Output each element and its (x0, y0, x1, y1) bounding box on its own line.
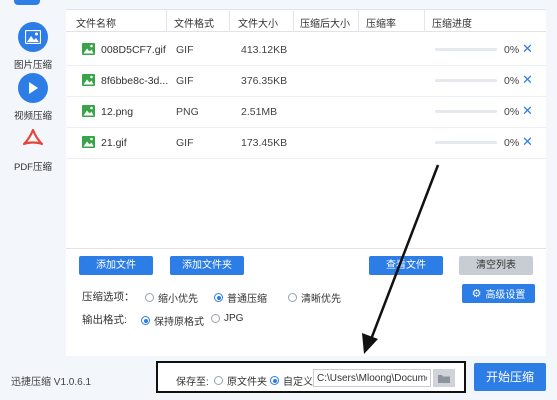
delete-row-icon[interactable]: ✕ (522, 72, 533, 88)
radio-custom-folder[interactable]: 自定义 (270, 373, 313, 388)
radio-jpg[interactable]: JPG (211, 313, 243, 324)
col-header-ratio: 压缩率 (366, 19, 396, 30)
radio-label: 原文件夹 (227, 377, 267, 388)
image-icon (18, 22, 48, 52)
app-version: 迅捷压缩 V1.0.6.1 (11, 377, 92, 388)
col-header-name: 文件名称 (76, 19, 116, 30)
compress-options-label: 压缩选项： (82, 291, 135, 303)
main-panel: 文件名称 文件格式 文件大小 压缩后大小 压缩率 压缩进度 008D5CF7.g… (66, 9, 546, 356)
radio-keep-format[interactable]: 保持原格式 (141, 313, 204, 328)
start-compress-button[interactable]: 开始压缩 (474, 363, 546, 391)
file-size: 2.51MB (241, 106, 278, 118)
radio-label: 保持原格式 (154, 317, 204, 328)
file-size: 173.45KB (241, 137, 288, 149)
image-file-icon (82, 105, 95, 117)
table-row[interactable]: 008D5CF7.gif GIF 413.12KB 0% ✕ (66, 35, 546, 66)
advanced-settings-button[interactable]: ⚙ 高级设置 (462, 284, 535, 303)
clear-list-button[interactable]: 清空列表 (459, 256, 533, 275)
file-format: PNG (176, 106, 199, 118)
radio-original-folder[interactable]: 原文件夹 (214, 373, 267, 388)
radio-clarity-first[interactable]: 清晰优先 (288, 290, 341, 305)
sidebar: 图片压缩 视频压缩 PDF压缩 (0, 0, 66, 400)
file-name: 8f6bbe8c-3d... (101, 75, 169, 87)
radio-label: 清晰优先 (301, 294, 341, 305)
delete-row-icon[interactable]: ✕ (522, 41, 533, 57)
view-file-button[interactable]: 查看文件 (369, 256, 443, 275)
gear-icon: ⚙ (471, 288, 482, 300)
radio-dot (270, 376, 279, 385)
progress-percent: 0% (504, 75, 520, 87)
sidebar-item-video-compress[interactable]: 视频压缩 (6, 73, 60, 122)
sidebar-item-image-compress[interactable]: 图片压缩 (6, 22, 60, 71)
col-header-compressed-size: 压缩后大小 (300, 19, 350, 30)
radio-dot (211, 314, 220, 323)
file-format: GIF (176, 137, 194, 149)
radio-shrink-first[interactable]: 缩小优先 (145, 290, 198, 305)
radio-normal-compress[interactable]: 普通压缩 (214, 290, 267, 305)
progress-bar (435, 110, 497, 113)
radio-label: 缩小优先 (158, 294, 198, 305)
file-name: 21.gif (101, 137, 127, 149)
file-format: GIF (176, 75, 194, 87)
image-file-icon (82, 43, 95, 55)
image-file-icon (82, 136, 95, 148)
radio-dot (288, 293, 297, 302)
radio-dot (145, 293, 154, 302)
output-format-label: 输出格式: (82, 314, 127, 326)
table-row[interactable]: 8f6bbe8c-3d... GIF 376.35KB 0% ✕ (66, 66, 546, 97)
sidebar-item-pdf-compress[interactable]: PDF压缩 (6, 124, 60, 173)
file-name: 12.png (101, 106, 134, 118)
table-header: 文件名称 文件格式 文件大小 压缩后大小 压缩率 压缩进度 (66, 10, 546, 32)
add-folder-button[interactable]: 添加文件夹 (170, 256, 244, 275)
progress-percent: 0% (504, 137, 520, 149)
progress-percent: 0% (504, 106, 520, 118)
col-header-progress: 压缩进度 (432, 19, 472, 30)
progress-bar (435, 141, 497, 144)
play-icon (18, 73, 48, 103)
file-size: 413.12KB (241, 44, 288, 56)
file-size: 376.35KB (241, 75, 288, 87)
sidebar-item-label: 图片压缩 (13, 60, 52, 71)
col-header-size: 文件大小 (238, 19, 278, 30)
table-row[interactable]: 21.gif GIF 173.45KB 0% ✕ (66, 128, 546, 159)
progress-percent: 0% (504, 44, 520, 56)
pdf-icon (18, 124, 48, 154)
delete-row-icon[interactable]: ✕ (522, 103, 533, 119)
divider (66, 248, 546, 249)
sidebar-item-label: 视频压缩 (13, 111, 52, 122)
save-to-label: 保存至: (176, 377, 209, 388)
sidebar-item-label: PDF压缩 (13, 162, 52, 173)
delete-row-icon[interactable]: ✕ (522, 134, 533, 150)
save-path-input[interactable] (313, 369, 431, 387)
radio-label: 自定义 (283, 377, 313, 388)
file-format: GIF (176, 44, 194, 56)
image-file-icon (82, 74, 95, 86)
radio-dot (214, 376, 223, 385)
radio-label: JPG (224, 313, 244, 324)
progress-bar (435, 79, 497, 82)
table-row[interactable]: 12.png PNG 2.51MB 0% ✕ (66, 97, 546, 128)
progress-bar (435, 48, 497, 51)
folder-icon (438, 374, 450, 383)
radio-dot (141, 316, 150, 325)
radio-dot (214, 293, 223, 302)
col-header-format: 文件格式 (174, 19, 214, 30)
sidebar-top-accent (14, 0, 40, 5)
advanced-settings-label: 高级设置 (485, 290, 526, 301)
radio-label: 普通压缩 (227, 294, 267, 305)
browse-folder-button[interactable] (433, 369, 455, 387)
add-file-button[interactable]: 添加文件 (79, 256, 153, 275)
file-name: 008D5CF7.gif (101, 44, 166, 56)
